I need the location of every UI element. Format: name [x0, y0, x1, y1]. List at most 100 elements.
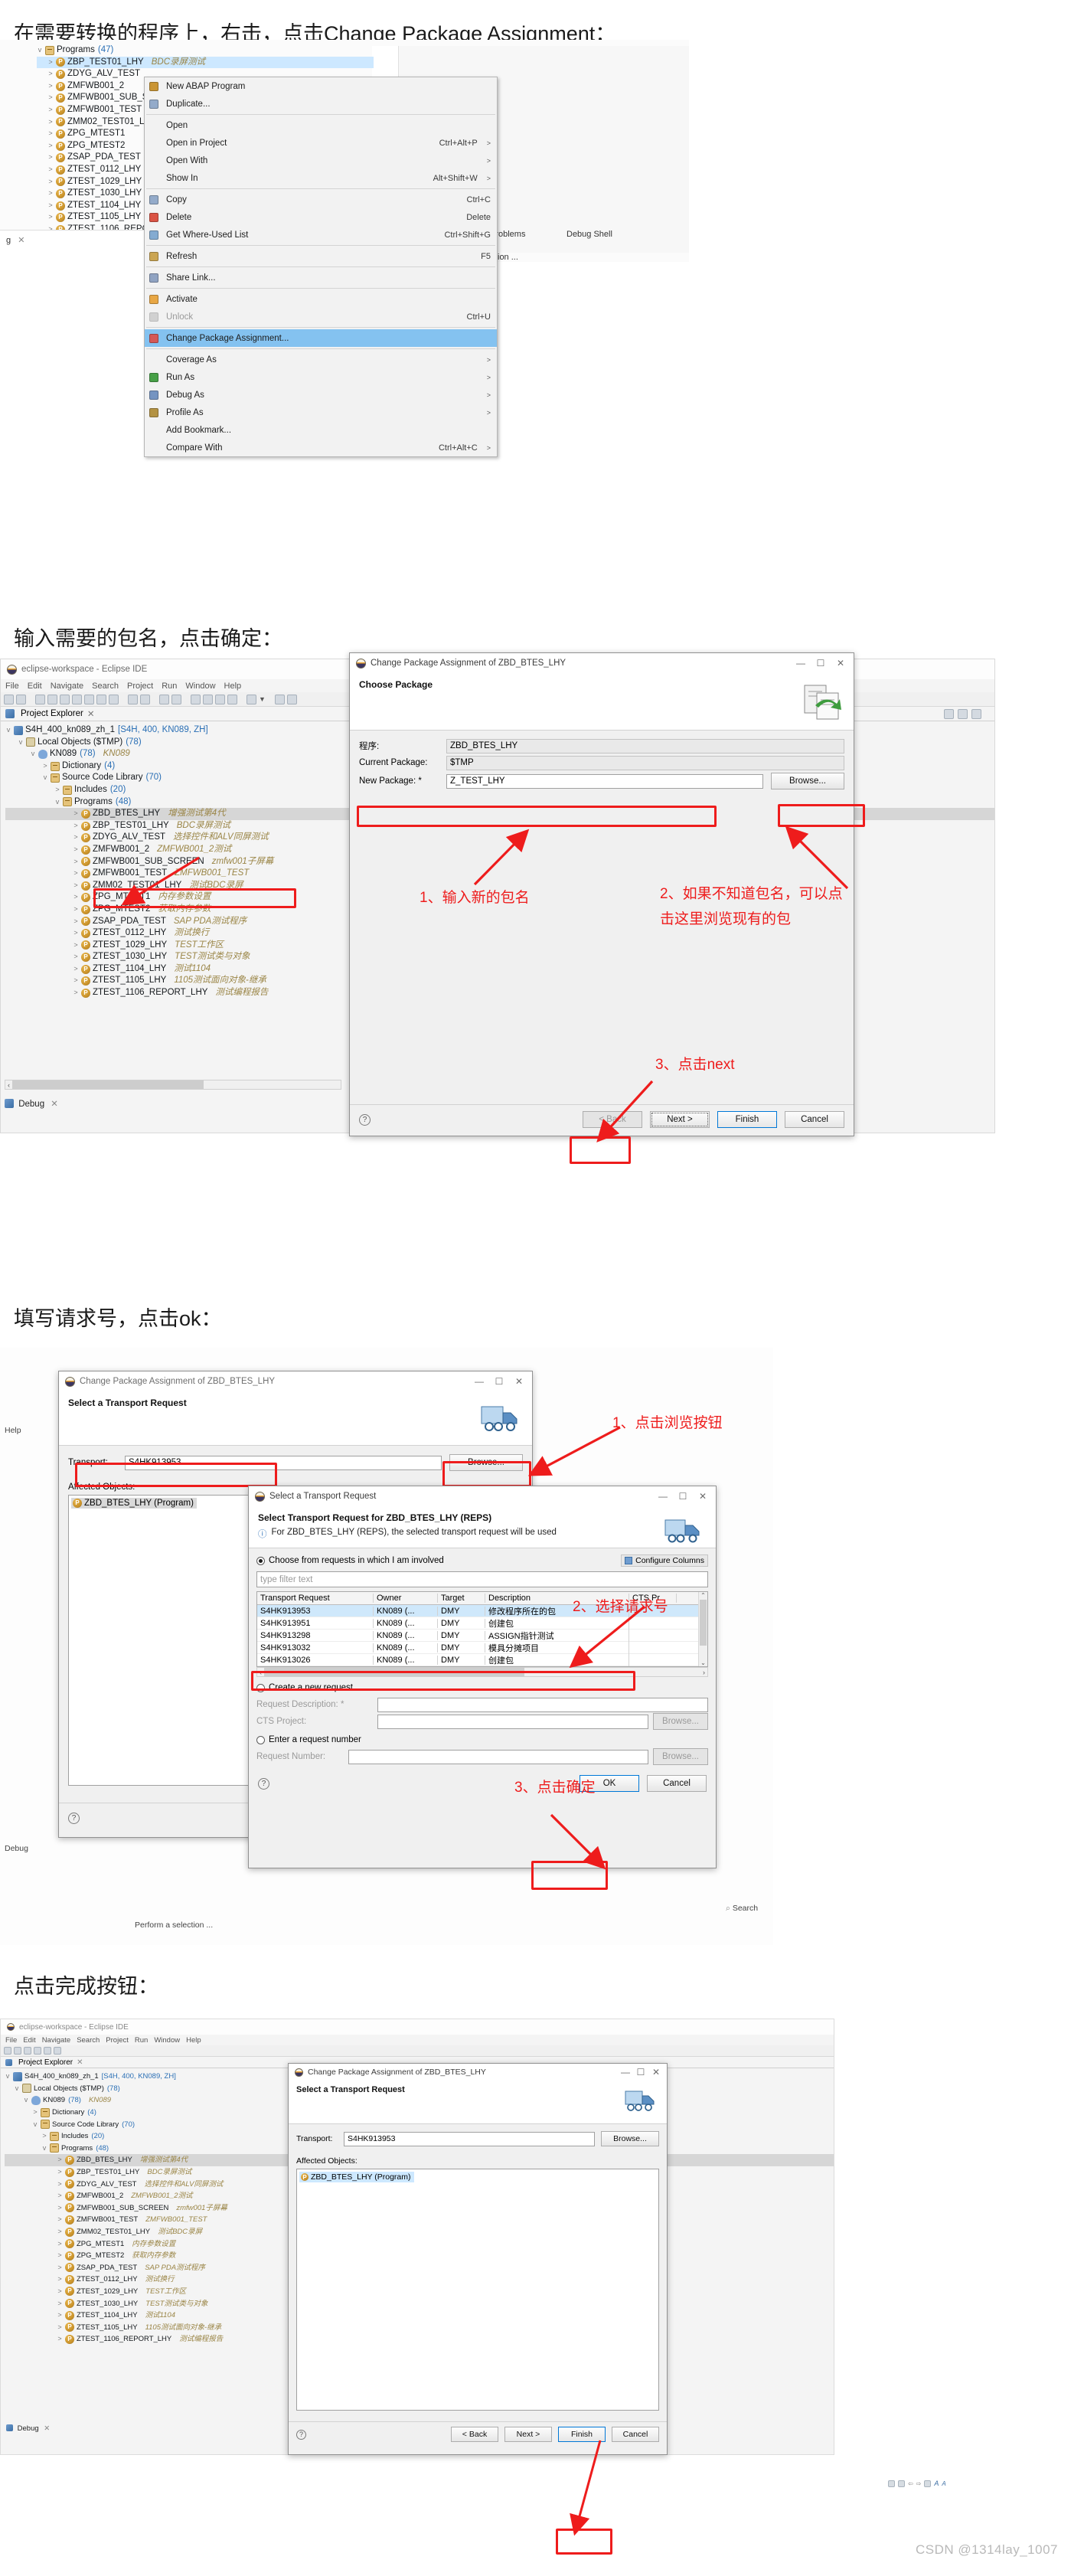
minimize-button[interactable]: — — [653, 1491, 673, 1502]
toolbar-icon-new[interactable] — [247, 694, 256, 704]
toolbar-icon-forward[interactable] — [128, 694, 138, 704]
column-header[interactable]: Transport Request — [257, 1594, 374, 1603]
next-button[interactable]: Next > — [650, 1111, 710, 1128]
chevron-right-icon[interactable]: > — [73, 987, 79, 999]
transport-input[interactable]: S4HK913953 — [344, 2131, 595, 2146]
chevron-right-icon[interactable]: > — [57, 2239, 63, 2249]
chevron-right-icon[interactable]: > — [57, 2155, 63, 2165]
help-icon[interactable]: ? — [68, 1812, 80, 1824]
menubar-item[interactable]: Edit — [28, 682, 42, 691]
menu-item[interactable]: Delete Delete — [145, 208, 497, 226]
step4-dialog[interactable]: Change Package Assignment of ZBD_BTES_LH… — [288, 2063, 668, 2455]
toolbar-icon-activate[interactable] — [191, 694, 201, 704]
column-header[interactable]: Owner — [374, 1594, 438, 1603]
toolbar-icon-run[interactable] — [171, 694, 181, 704]
help-icon[interactable]: ? — [359, 1113, 371, 1126]
chevron-right-icon[interactable]: > — [57, 2323, 63, 2332]
chevron-right-icon[interactable]: > — [47, 176, 54, 188]
toolbar-icon-refresh[interactable] — [44, 2047, 51, 2055]
chevron-right-icon[interactable]: > — [47, 164, 54, 176]
chevron-right-icon[interactable]: > — [57, 2299, 63, 2309]
toolbar-icon-save[interactable] — [4, 2047, 11, 2055]
chevron-down-icon[interactable]: v — [32, 2120, 38, 2130]
request-description-input[interactable] — [377, 1697, 708, 1712]
chevron-right-icon[interactable]: > — [73, 808, 79, 820]
chevron-right-icon[interactable]: > — [47, 211, 54, 224]
chevron-right-icon[interactable]: > — [57, 2274, 63, 2284]
toolbar-icon-a[interactable] — [888, 2480, 895, 2487]
table-row[interactable]: S4HK913298 KN089 (... DMY ASSIGN指针测试 — [257, 1629, 707, 1642]
toolbar-icon-save2[interactable] — [274, 694, 285, 704]
toolbar-icon-run[interactable] — [14, 2047, 21, 2055]
help-icon[interactable]: ? — [296, 2429, 306, 2440]
menu-item[interactable]: Duplicate... — [145, 95, 497, 113]
chevron-right-icon[interactable]: > — [47, 128, 54, 140]
chevron-down-icon[interactable]: v — [37, 44, 43, 57]
chevron-right-icon[interactable]: > — [41, 2131, 47, 2141]
chevron-down-icon[interactable]: v — [14, 2084, 20, 2094]
tree-row-program[interactable]: > ZBP_TEST01_LHY BDC录屏测试 — [37, 56, 374, 69]
toolbar-icon-drop[interactable] — [109, 694, 119, 704]
chevron-right-icon[interactable]: > — [47, 104, 54, 116]
browse-package-button[interactable]: Browse... — [771, 773, 844, 789]
toolbar-icon-new[interactable] — [54, 2047, 61, 2055]
menubar-item[interactable]: Help — [186, 2036, 201, 2045]
filter-icon[interactable] — [971, 708, 981, 719]
configure-columns-button[interactable]: Configure Columns — [621, 1554, 708, 1567]
close-icon[interactable]: ✕ — [44, 2424, 50, 2433]
font-decrease-icon[interactable]: A — [942, 2480, 945, 2487]
chevron-right-icon[interactable]: > — [73, 820, 79, 832]
chevron-down-icon[interactable]: ▼ — [259, 695, 266, 703]
tree-row-programs[interactable]: v Programs (47) — [37, 44, 374, 57]
toolbar-icon-c[interactable] — [924, 2480, 932, 2487]
chevron-right-icon[interactable]: > — [73, 832, 79, 844]
affected-objects-list[interactable]: ZBD_BTES_LHY (Program) — [296, 2169, 659, 2411]
cancel-button[interactable]: Cancel — [612, 2427, 659, 2442]
chevron-right-icon[interactable]: > — [54, 784, 60, 796]
radio-row-create[interactable]: Create a new request — [256, 1683, 708, 1692]
link-editor-icon[interactable] — [958, 708, 968, 719]
close-icon[interactable]: ✕ — [18, 236, 24, 245]
toolbar-icon-refresh[interactable] — [227, 694, 237, 704]
menu-item[interactable]: Change Package Assignment... — [145, 329, 497, 347]
menubar-item[interactable]: Window — [154, 2036, 180, 2045]
menu-item[interactable]: Refresh F5 — [145, 247, 497, 265]
menubar-item[interactable]: Run — [135, 2036, 148, 2045]
context-menu[interactable]: New ABAP Program Duplicate... Open Open in … — [144, 77, 498, 457]
menubar-item[interactable]: Search — [77, 2036, 100, 2045]
next-button[interactable]: Next > — [504, 2427, 552, 2442]
toolbar-icon-sync[interactable] — [203, 694, 213, 704]
toolbar-icon-stepreturn[interactable] — [96, 694, 106, 704]
step4-toolbar[interactable] — [1, 2045, 834, 2057]
toolbar-icon-stepinto[interactable] — [72, 694, 82, 704]
menubar-item[interactable]: Search — [92, 682, 119, 691]
menubar-item[interactable]: File — [5, 2036, 17, 2045]
menubar-item[interactable]: Navigate — [51, 682, 83, 691]
transport-input[interactable]: S4HK913953 — [125, 1455, 442, 1470]
chevron-right-icon[interactable]: > — [47, 57, 54, 69]
cancel-button[interactable]: Cancel — [647, 1775, 707, 1792]
menu-item[interactable]: Show In Alt+Shift+W > — [145, 169, 497, 187]
toolbar-icon-debug[interactable] — [24, 2047, 31, 2055]
chevron-right-icon[interactable]: > — [73, 904, 79, 916]
chevron-right-icon[interactable]: > — [73, 868, 79, 880]
menu-item[interactable]: Share Link... — [145, 269, 497, 286]
step1-right-tab-debugshell[interactable]: Debug Shell — [566, 230, 612, 239]
toolbar-icon-saveall[interactable] — [286, 694, 297, 704]
chevron-down-icon[interactable]: v — [23, 2095, 29, 2105]
toolbar-icon-save[interactable] — [4, 694, 14, 704]
chevron-right-icon[interactable]: > — [57, 2167, 63, 2177]
step1-bottom-tab-label[interactable]: g — [6, 236, 11, 245]
step4-editor-toolbar[interactable]: ⇦ ⇨ A A — [888, 2480, 946, 2487]
minimize-button[interactable]: — — [791, 658, 811, 669]
step4-debug-tab[interactable]: Debug ✕ — [6, 2424, 50, 2433]
menu-item[interactable]: Coverage As > — [145, 351, 497, 368]
chevron-right-icon[interactable]: > — [42, 760, 48, 773]
list-item[interactable]: ZBD_BTES_LHY (Program) — [71, 1498, 197, 1509]
toolbar-icon-open-folder[interactable] — [159, 694, 169, 704]
chevron-right-icon[interactable]: > — [57, 2287, 63, 2296]
menubar-item[interactable]: Edit — [23, 2036, 35, 2045]
chevron-right-icon[interactable]: > — [47, 140, 54, 152]
column-header[interactable]: Target — [438, 1594, 485, 1603]
back-button[interactable]: < Back — [583, 1111, 642, 1128]
